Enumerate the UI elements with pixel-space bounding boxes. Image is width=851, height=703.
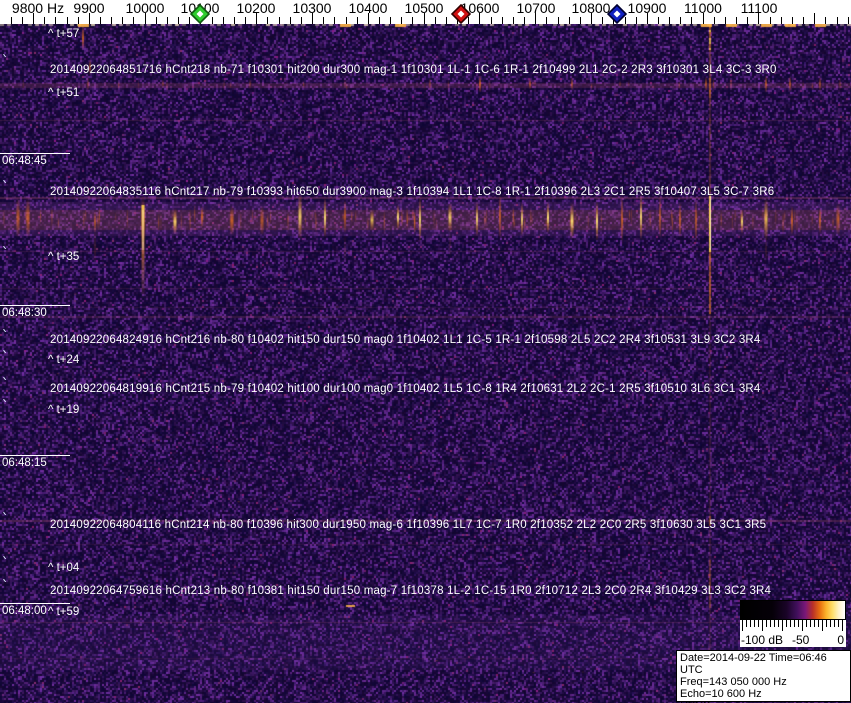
frequency-minor-tick <box>289 17 291 24</box>
meteor-echo-monitor-window: 9800 Hz990010000101001020010300104001050… <box>0 0 851 703</box>
frequency-ruler: 9800 Hz990010000101001020010300104001050… <box>0 0 851 25</box>
frequency-minor-tick <box>736 17 738 24</box>
frequency-marker-green-diamond-icon[interactable] <box>189 3 211 25</box>
frequency-minor-tick <box>245 17 246 24</box>
frequency-minor-tick <box>401 17 403 24</box>
frequency-minor-tick <box>44 17 46 24</box>
frequency-minor-tick <box>434 17 436 24</box>
db-mid-label: -50 <box>792 633 810 647</box>
frequency-minor-tick <box>334 17 336 24</box>
frequency-marker-red-diamond-icon[interactable] <box>450 3 472 25</box>
frequency-minor-tick <box>66 17 68 24</box>
frequency-minor-tick <box>769 17 771 24</box>
frequency-minor-tick <box>111 17 113 24</box>
frequency-minor-tick <box>524 17 525 24</box>
frequency-tick-label: 10800 <box>571 0 611 16</box>
frequency-tick-label: 10400 <box>348 0 388 16</box>
db-scale-labels: -100 dB -50 0 <box>740 633 846 647</box>
frequency-minor-tick <box>445 17 447 24</box>
frequency-tick-label: 10200 <box>236 0 276 16</box>
frequency-minor-tick <box>323 17 325 24</box>
info-box: Date=2014-09-22 Time=06:46 UTC Freq=143 … <box>676 650 851 703</box>
frequency-minor-tick <box>490 17 492 24</box>
frequency-minor-tick <box>21 17 23 24</box>
frequency-minor-tick <box>568 17 570 24</box>
frequency-tick-label: 11000 <box>684 0 722 16</box>
info-echo-line: Echo=10 600 Hz <box>680 688 762 700</box>
db-color-scale-legend: -100 dB -50 0 <box>740 600 846 647</box>
frequency-minor-tick <box>345 17 347 24</box>
frequency-minor-tick <box>512 17 514 24</box>
frequency-minor-tick <box>825 17 827 24</box>
frequency-minor-tick <box>602 17 604 24</box>
frequency-tick-label: 10900 <box>627 0 667 16</box>
db-min-label: -100 dB <box>741 633 784 647</box>
frequency-minor-tick <box>836 17 838 24</box>
frequency-minor-tick <box>713 17 715 24</box>
frequency-minor-tick <box>557 17 559 24</box>
info-freq-line: Freq=143 050 000 Hz <box>680 676 787 688</box>
frequency-major-tick <box>814 13 816 24</box>
frequency-minor-tick <box>579 17 581 24</box>
db-gradient-bar <box>740 600 846 620</box>
frequency-minor-tick <box>278 17 280 24</box>
frequency-minor-tick <box>77 17 79 24</box>
frequency-minor-tick <box>122 17 124 24</box>
db-scale-ticks <box>740 620 846 633</box>
frequency-minor-tick <box>379 17 380 24</box>
frequency-minor-tick <box>501 17 503 24</box>
frequency-minor-tick <box>178 17 180 24</box>
frequency-minor-tick <box>133 17 135 24</box>
frequency-minor-tick <box>691 17 693 24</box>
info-date-line: Date=2014-09-22 Time=06:46 UTC <box>680 652 827 676</box>
frequency-tick-label: 9900 <box>73 0 105 16</box>
frequency-minor-tick <box>390 17 392 24</box>
frequency-minor-tick <box>780 17 782 24</box>
frequency-minor-tick <box>803 17 804 24</box>
frequency-minor-tick <box>847 17 849 24</box>
frequency-minor-tick <box>300 17 302 24</box>
frequency-tick-label: 11100 <box>740 0 778 16</box>
frequency-minor-tick <box>635 17 637 24</box>
frequency-minor-tick <box>412 17 414 24</box>
frequency-minor-tick <box>211 17 213 24</box>
spectrogram-waterfall <box>0 24 851 703</box>
frequency-minor-tick <box>222 17 224 24</box>
frequency-minor-tick <box>546 17 548 24</box>
frequency-minor-tick <box>724 17 726 24</box>
frequency-minor-tick <box>791 17 793 24</box>
frequency-minor-tick <box>658 17 659 24</box>
frequency-minor-tick <box>10 17 12 24</box>
frequency-tick-label: 10500 <box>404 0 444 16</box>
db-max-label: 0 <box>837 633 844 647</box>
frequency-minor-tick <box>680 17 682 24</box>
frequency-tick-label: 10000 <box>125 0 165 16</box>
frequency-minor-tick <box>166 17 168 24</box>
frequency-minor-tick <box>267 17 269 24</box>
frequency-minor-tick <box>55 17 57 24</box>
frequency-minor-tick <box>356 17 358 24</box>
frequency-minor-tick <box>669 17 671 24</box>
frequency-minor-tick <box>233 17 235 24</box>
db-major-ticks <box>742 620 844 631</box>
frequency-tick-label: 10300 <box>292 0 332 16</box>
frequency-minor-tick <box>100 17 101 24</box>
frequency-tick-label: 10700 <box>516 0 556 16</box>
frequency-marker-blue-diamond-icon[interactable] <box>606 3 628 25</box>
frequency-minor-tick <box>747 17 749 24</box>
frequency-tick-label: 9800 Hz <box>11 0 65 16</box>
frequency-minor-tick <box>155 17 157 24</box>
